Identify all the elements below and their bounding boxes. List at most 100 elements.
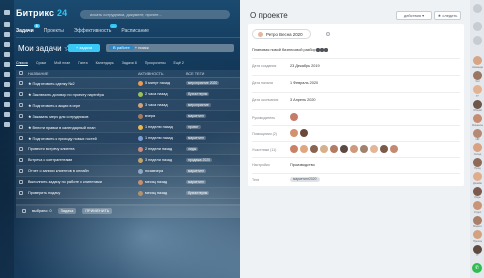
task-title[interactable]: ★ Подготовить к акции в игре (26, 103, 138, 108)
table-row[interactable]: ★ Заказать мерч для сотрудников вчера марк… (16, 111, 242, 122)
column-header[interactable]: НАЗВАНИЕ (26, 72, 138, 76)
counter-tasks[interactable]: Задачи 8 (122, 61, 137, 65)
avatar[interactable] (290, 113, 298, 121)
view-plan[interactable]: Мой план (54, 61, 70, 65)
shop-icon[interactable] (4, 102, 10, 107)
table-row[interactable]: ★ Подготовить к акции в игре 3 часа назад… (16, 100, 242, 111)
table-row[interactable]: Отчет о записи клиентов в онлайн позавчер… (16, 166, 242, 177)
tag-pill[interactable]: мероприятие (186, 103, 211, 107)
avatar[interactable] (390, 145, 398, 153)
avatar[interactable] (380, 145, 388, 153)
task-title[interactable]: Встреча с контрагентами (26, 158, 138, 162)
tab-schedule[interactable]: Расписание (121, 28, 149, 34)
tag-chip[interactable]: маркетинг2020 (290, 177, 320, 182)
chat-avatar[interactable] (473, 201, 482, 210)
avatar[interactable] (360, 145, 368, 153)
chat-avatar[interactable] (473, 186, 482, 196)
tag-pill[interactable]: маркетинг (186, 180, 206, 184)
tag-pill[interactable]: бухгалтерия (186, 92, 210, 96)
sites-icon[interactable] (4, 92, 10, 97)
search-icon[interactable] (473, 22, 482, 31)
action-select[interactable]: Задача (57, 208, 77, 214)
logo[interactable]: Битрикс 24 (16, 8, 67, 18)
actions-button[interactable]: действия ▾ (396, 11, 432, 20)
counter-more[interactable]: Ещё 2 (174, 61, 184, 65)
avatar[interactable] (300, 145, 308, 153)
task-title[interactable]: ★ Подготовить к приходу новых гостей (26, 136, 138, 141)
settings-icon[interactable] (473, 36, 482, 45)
row-checkbox[interactable] (19, 190, 23, 195)
tasks-icon[interactable] (4, 32, 10, 37)
avatar[interactable] (320, 145, 328, 153)
tab-efficiency[interactable]: Эффективность... (74, 24, 118, 34)
row-checkbox[interactable] (19, 102, 23, 107)
row-checkbox[interactable] (19, 113, 23, 118)
row-checkbox[interactable] (19, 157, 23, 162)
chat-avatar[interactable] (473, 99, 482, 109)
view-deadlines[interactable]: Сроки (36, 61, 46, 65)
tag-pill[interactable]: проект (186, 125, 201, 129)
avatar[interactable] (310, 145, 318, 153)
global-search-input[interactable]: искать сотрудника, документ, прочее... (80, 10, 230, 19)
tab-projects[interactable]: Проекты (44, 28, 64, 34)
chat-avatar[interactable] (473, 128, 482, 138)
task-title[interactable]: ★ Заключить договор по проекту партнёра (26, 92, 138, 97)
avatar[interactable] (350, 145, 358, 153)
task-title[interactable]: ★ Подготовить сделку №2 (26, 81, 138, 86)
table-row[interactable]: ★ Внести правки в календарный план 1 неде… (16, 122, 242, 133)
view-list[interactable]: Список (16, 61, 28, 66)
view-gantt[interactable]: Ганта (78, 61, 87, 65)
column-header[interactable]: ВСЕ ТЕГИ (186, 72, 238, 76)
analytics-icon[interactable] (4, 112, 10, 117)
table-row[interactable]: ★ Заключить договор по проекту партнёра 2… (16, 89, 242, 100)
row-checkbox[interactable] (19, 168, 23, 173)
task-title[interactable]: ★ Заказать мерч для сотрудников (26, 114, 138, 119)
phone-icon[interactable]: ✆ (472, 263, 482, 273)
task-title[interactable]: ★ Внести правки в календарный план (26, 125, 138, 130)
table-row[interactable]: Встреча с контрагентами 3 недели назад про… (16, 155, 242, 166)
select-checkbox[interactable] (22, 209, 26, 213)
row-checkbox[interactable] (19, 146, 23, 151)
task-title[interactable]: Отчет о записи клиентов в онлайн (26, 169, 138, 173)
row-checkbox[interactable] (19, 135, 23, 140)
drive-icon[interactable] (4, 62, 10, 67)
tag-pill[interactable]: маркетинг (186, 136, 206, 140)
view-calendar[interactable]: Календарь (96, 61, 114, 65)
table-row[interactable]: Выполнить задачу по работе с клиентами ме… (16, 177, 242, 188)
apply-button[interactable]: ПРИМЕНИТЬ (82, 208, 113, 214)
chat-avatar[interactable] (473, 230, 482, 239)
counter-overdue[interactable]: Просрочены (145, 61, 166, 65)
column-header[interactable]: АКТИВНОСТЬ (138, 72, 186, 76)
chat-avatar[interactable] (473, 114, 482, 123)
star-icon[interactable] (4, 22, 10, 27)
select-all-checkbox[interactable] (19, 71, 23, 75)
calendar-icon[interactable] (4, 52, 10, 57)
chat-avatar[interactable] (473, 172, 482, 181)
tag-pill[interactable]: лиды (186, 147, 199, 151)
avatar[interactable] (290, 129, 298, 137)
add-task-button[interactable]: + задача (68, 44, 100, 52)
avatar[interactable] (370, 145, 378, 153)
tag-pill[interactable]: маркетинг (186, 169, 206, 173)
chat-avatar[interactable] (473, 244, 482, 254)
table-row[interactable]: Проверить подачу месяц назад бухгалтерия (16, 188, 242, 199)
chat-avatar[interactable] (473, 56, 482, 65)
chat-avatar[interactable] (473, 157, 482, 167)
tag-pill[interactable]: маркетинг (186, 114, 206, 118)
chat-avatar[interactable] (473, 215, 482, 225)
crm-icon[interactable] (4, 72, 10, 77)
table-row[interactable]: ★ Подготовить сделку №2 5 минут назад меро… (16, 78, 242, 89)
table-row[interactable]: Провести встречу клиента 2 недели назад ли… (16, 144, 242, 155)
settings-icon[interactable] (4, 122, 10, 127)
close-icon[interactable] (473, 4, 482, 13)
chat-icon[interactable] (4, 42, 10, 47)
row-checkbox[interactable] (19, 179, 23, 184)
task-title[interactable]: Выполнить задачу по работе с клиентами (26, 180, 138, 184)
follow-button[interactable]: ★ следить (434, 11, 461, 20)
table-row[interactable]: ★ Подготовить к приходу новых гостей 1 не… (16, 133, 242, 144)
tag-pill[interactable]: мероприятие 2020 (186, 81, 220, 85)
mail-icon[interactable] (4, 82, 10, 87)
row-checkbox[interactable] (19, 80, 23, 85)
chat-avatar[interactable] (473, 70, 482, 80)
avatar[interactable] (330, 145, 338, 153)
